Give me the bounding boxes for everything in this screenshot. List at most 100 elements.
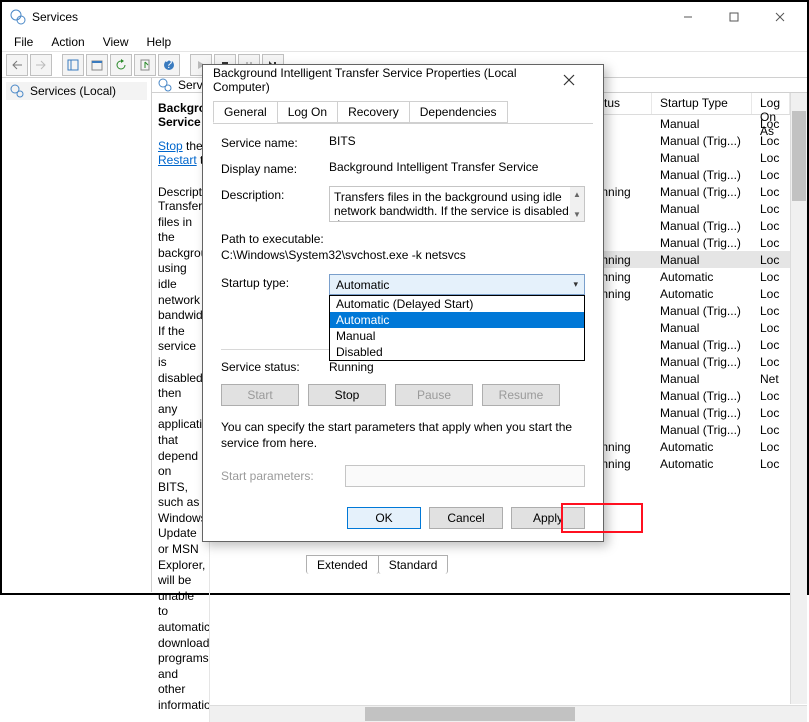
service-name-value: BITS bbox=[329, 134, 585, 150]
column-headers: Status Startup Type Log On As bbox=[578, 93, 790, 115]
svg-text:?: ? bbox=[166, 59, 173, 71]
display-name-value: Background Intelligent Transfer Service bbox=[329, 160, 585, 176]
pause-button: Pause bbox=[395, 384, 473, 406]
cell-startup-type: Manual bbox=[652, 149, 752, 166]
minimize-button[interactable] bbox=[665, 2, 711, 32]
cell-logon: Loc bbox=[752, 319, 790, 336]
display-name-label: Display name: bbox=[221, 160, 329, 176]
description-label: Description: bbox=[221, 186, 329, 222]
tab-dependencies[interactable]: Dependencies bbox=[409, 101, 508, 123]
cell-logon: Loc bbox=[752, 183, 790, 200]
cell-logon: Loc bbox=[752, 404, 790, 421]
horizontal-scrollbar[interactable] bbox=[210, 705, 807, 722]
option-manual[interactable]: Manual bbox=[330, 328, 584, 344]
tab-logon[interactable]: Log On bbox=[277, 101, 338, 123]
option-automatic[interactable]: Automatic bbox=[330, 312, 584, 328]
cell-logon: Loc bbox=[752, 132, 790, 149]
selected-service-title-2: Service bbox=[158, 115, 203, 129]
cell-logon: Net bbox=[752, 370, 790, 387]
cell-logon: Loc bbox=[752, 387, 790, 404]
restart-link[interactable]: Restart bbox=[158, 153, 197, 167]
cell-startup-type: Manual bbox=[652, 115, 752, 132]
option-disabled[interactable]: Disabled bbox=[330, 344, 584, 360]
cell-startup-type: Manual bbox=[652, 251, 752, 268]
vscroll-thumb[interactable] bbox=[792, 111, 806, 201]
cell-startup-type: Manual (Trig...) bbox=[652, 353, 752, 370]
description-scrollbar[interactable]: ▲ ▼ bbox=[570, 187, 584, 221]
cell-logon: Loc bbox=[752, 455, 790, 472]
cell-logon: Loc bbox=[752, 438, 790, 455]
cell-logon: Loc bbox=[752, 115, 790, 132]
service-status-value: Running bbox=[329, 360, 374, 374]
hscroll-thumb[interactable] bbox=[365, 707, 575, 721]
vertical-scrollbar[interactable] bbox=[790, 93, 807, 704]
selected-service-title-1: Background Intelligent Transfer bbox=[158, 101, 203, 115]
path-value: C:\Windows\System32\svchost.exe -k netsv… bbox=[221, 248, 585, 262]
menu-file[interactable]: File bbox=[8, 33, 39, 51]
tree-root-item[interactable]: Services (Local) bbox=[6, 82, 147, 100]
gear-icon bbox=[158, 78, 172, 92]
dialog-titlebar: Background Intelligent Transfer Service … bbox=[203, 65, 603, 95]
show-hide-tree-button[interactable] bbox=[62, 54, 84, 76]
tab-standard[interactable]: Standard bbox=[378, 555, 449, 574]
maximize-button[interactable] bbox=[711, 2, 757, 32]
path-label: Path to executable: bbox=[221, 232, 585, 246]
tab-extended[interactable]: Extended bbox=[306, 555, 379, 574]
cell-logon: Loc bbox=[752, 217, 790, 234]
service-name-label: Service name: bbox=[221, 134, 329, 150]
option-delayed[interactable]: Automatic (Delayed Start) bbox=[330, 296, 584, 312]
view-tabs: Extended Standard bbox=[306, 554, 447, 573]
menu-help[interactable]: Help bbox=[141, 33, 178, 51]
stop-link[interactable]: Stop bbox=[158, 139, 183, 153]
export-button[interactable] bbox=[134, 54, 156, 76]
cell-logon: Loc bbox=[752, 234, 790, 251]
close-button[interactable] bbox=[757, 2, 803, 32]
stop-button[interactable]: Stop bbox=[308, 384, 386, 406]
service-status-label: Service status: bbox=[221, 360, 329, 374]
window-title: Services bbox=[32, 10, 665, 24]
description-box: Transfers files in the background using … bbox=[329, 186, 585, 222]
cell-startup-type: Manual (Trig...) bbox=[652, 302, 752, 319]
main-titlebar: Services bbox=[2, 2, 807, 32]
cell-startup-type: Manual (Trig...) bbox=[652, 336, 752, 353]
scroll-up-icon[interactable]: ▲ bbox=[570, 187, 584, 201]
col-startup-type[interactable]: Startup Type bbox=[652, 93, 752, 114]
start-params-label: Start parameters: bbox=[221, 469, 345, 483]
ok-button[interactable]: OK bbox=[347, 507, 421, 529]
desc-label: Description: bbox=[158, 185, 203, 199]
menu-action[interactable]: Action bbox=[45, 33, 90, 51]
startup-type-dropdown: Automatic (Delayed Start) Automatic Manu… bbox=[329, 295, 585, 361]
menu-view[interactable]: View bbox=[97, 33, 135, 51]
back-button[interactable] bbox=[6, 54, 28, 76]
services-app-icon bbox=[10, 9, 26, 25]
cancel-button[interactable]: Cancel bbox=[429, 507, 503, 529]
cell-logon: Loc bbox=[752, 166, 790, 183]
menubar: File Action View Help bbox=[2, 32, 807, 52]
cell-logon: Loc bbox=[752, 421, 790, 438]
cell-logon: Loc bbox=[752, 353, 790, 370]
tree-root-label: Services (Local) bbox=[30, 84, 116, 98]
cell-logon: Loc bbox=[752, 149, 790, 166]
cell-startup-type: Manual (Trig...) bbox=[652, 421, 752, 438]
forward-button[interactable] bbox=[30, 54, 52, 76]
refresh-button[interactable] bbox=[110, 54, 132, 76]
properties-button[interactable] bbox=[86, 54, 108, 76]
start-params-input bbox=[345, 465, 585, 487]
tab-recovery[interactable]: Recovery bbox=[337, 101, 410, 123]
tab-general[interactable]: General bbox=[213, 101, 278, 123]
start-params-note: You can specify the start parameters tha… bbox=[221, 420, 585, 451]
startup-type-combo[interactable]: Automatic ▾ Automatic (Delayed Start) Au… bbox=[329, 274, 585, 295]
cell-startup-type: Manual (Trig...) bbox=[652, 166, 752, 183]
help-button[interactable]: ? bbox=[158, 54, 180, 76]
dialog-close-button[interactable] bbox=[563, 74, 593, 86]
scroll-down-icon[interactable]: ▼ bbox=[570, 207, 584, 221]
col-logon[interactable]: Log On As bbox=[752, 93, 790, 114]
start-button: Start bbox=[221, 384, 299, 406]
window-sysbuttons bbox=[665, 2, 803, 32]
desc-body: Transfers files in the background using … bbox=[158, 199, 203, 714]
description-text: Transfers files in the background using … bbox=[334, 190, 572, 222]
cell-logon: Loc bbox=[752, 251, 790, 268]
cell-startup-type: Manual (Trig...) bbox=[652, 387, 752, 404]
cell-startup-type: Manual bbox=[652, 370, 752, 387]
cell-startup-type: Manual (Trig...) bbox=[652, 234, 752, 251]
